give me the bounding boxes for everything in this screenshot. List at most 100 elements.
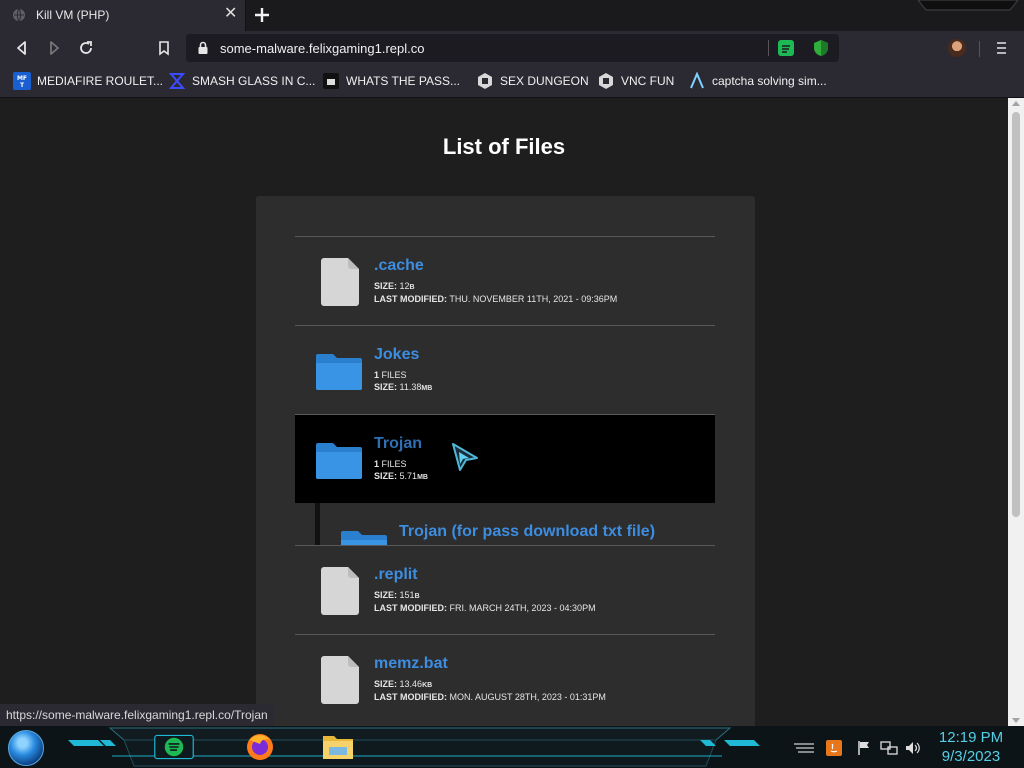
bookmark-label: MEDIAFIRE ROULET... [37, 74, 164, 88]
folder-name-link[interactable]: Trojan [374, 435, 422, 453]
bookmark-icon[interactable] [155, 39, 173, 57]
replit-icon [599, 73, 613, 89]
folder-icon [316, 354, 362, 390]
size-value: 13.46 [399, 679, 423, 689]
mouse-cursor-icon [452, 443, 478, 471]
shield-extension-icon[interactable] [812, 39, 830, 57]
network-icon[interactable] [880, 740, 898, 756]
bookmark-sex-dungeon[interactable]: SEX DUNGEON [476, 71, 589, 91]
bookmark-mediafire[interactable]: MF T MEDIAFIRE ROULET... [13, 71, 163, 91]
bookmark-label: captcha solving sim... [712, 74, 827, 88]
java-update-icon[interactable] [826, 740, 842, 756]
modified-label: LAST MODIFIED: [374, 294, 447, 304]
file-row-replit[interactable]: .replit SIZE: 151B LAST MODIFIED: FRI. M… [295, 545, 715, 634]
subfolder-name-link[interactable]: Trojan (for pass download txt file) [399, 523, 655, 541]
spotify-extension-icon[interactable] [778, 40, 794, 56]
folder-icon [341, 531, 387, 545]
files-label: FILES [381, 459, 407, 469]
folder-size: SIZE: 11.38MB [374, 382, 432, 392]
spotify-icon[interactable] [154, 730, 194, 764]
file-icon [321, 567, 359, 615]
close-tab-icon[interactable]: ✕ [224, 6, 237, 22]
bookmark-smash-glass[interactable]: SMASH GLASS IN C... [168, 71, 315, 91]
forward-icon[interactable] [45, 39, 63, 57]
browser-toolbar: some-malware.felixgaming1.repl.co [0, 31, 1024, 65]
file-size: SIZE: 12B [374, 281, 415, 291]
address-bar[interactable]: some-malware.felixgaming1.repl.co [186, 34, 839, 62]
smash-glass-icon [168, 73, 186, 89]
folder-count: 1 FILES [374, 370, 407, 380]
taskbar: 12:19 PM 9/3/2023 [0, 726, 1024, 768]
file-row-cache[interactable]: .cache SIZE: 12B LAST MODIFIED: THU. NOV… [295, 236, 715, 325]
browser-tab[interactable]: Kill VM (PHP) ✕ [0, 0, 246, 31]
volume-icon[interactable] [904, 740, 922, 756]
size-unit: MB [417, 474, 428, 481]
size-label: SIZE: [374, 590, 398, 600]
start-button[interactable] [8, 730, 44, 766]
system-clock[interactable]: 12:19 PM 9/3/2023 [930, 728, 1012, 766]
folder-icon [316, 443, 362, 479]
scroll-down-icon[interactable] [1012, 718, 1020, 723]
file-explorer-icon[interactable] [318, 730, 358, 764]
page-title: List of Files [442, 134, 566, 159]
window-deco [918, 0, 1018, 11]
bookmark-vnc-fun[interactable]: VNC FUN [597, 71, 674, 91]
new-tab-icon[interactable] [252, 5, 272, 25]
bookmark-captcha[interactable]: captcha solving sim... [688, 71, 827, 91]
tab-strip: Kill VM (PHP) ✕ [0, 0, 1024, 31]
size-value: 12 [399, 281, 410, 291]
file-name-link[interactable]: .cache [374, 257, 424, 275]
folder-row-jokes[interactable]: Jokes 1 FILES SIZE: 11.38MB [295, 325, 715, 414]
modified-value: THU. NOVEMBER 11TH, 2021 - 09:36PM [449, 294, 618, 304]
size-unit: B [414, 593, 420, 600]
folder-name-link[interactable]: Jokes [374, 346, 419, 364]
reload-icon[interactable] [77, 39, 95, 57]
subfolder-row-trojan-pass[interactable]: Trojan (for pass download txt file) [295, 503, 715, 545]
page-viewport: List of Files .cache SIZE: 12B LAST MODI… [0, 98, 1008, 726]
globe-icon [13, 8, 25, 22]
file-name-link[interactable]: .replit [374, 566, 418, 584]
arrow-logo-icon [690, 72, 704, 89]
file-list: .cache SIZE: 12B LAST MODIFIED: THU. NOV… [295, 236, 715, 723]
show-desktop-icon[interactable] [792, 740, 816, 756]
folder-count: 1 FILES [374, 459, 407, 469]
file-modified: LAST MODIFIED: THU. NOVEMBER 11TH, 2021 … [374, 294, 617, 304]
size-unit: B [409, 284, 415, 291]
terminal-icon [323, 73, 339, 89]
mediafire-icon: MF T [13, 72, 31, 90]
folder-size: SIZE: 5.71MB [374, 471, 428, 481]
replit-icon [478, 73, 492, 89]
count-value: 1 [374, 370, 380, 380]
bookmarks-bar: MF T MEDIAFIRE ROULET... SMASH GLASS IN … [0, 65, 1024, 98]
url-text[interactable]: some-malware.felixgaming1.repl.co [220, 41, 424, 56]
bookmark-label: SMASH GLASS IN C... [192, 74, 316, 88]
size-label: SIZE: [374, 281, 398, 291]
size-label: SIZE: [374, 679, 398, 689]
size-label: SIZE: [374, 382, 398, 392]
menu-icon[interactable] [994, 40, 1008, 56]
profile-avatar[interactable] [948, 39, 966, 57]
modified-value: MON. AUGUST 28TH, 2023 - 01:31PM [449, 692, 606, 702]
bookmark-whats-the-pass[interactable]: WHATS THE PASS... [322, 71, 460, 91]
action-center-flag-icon[interactable] [856, 740, 872, 756]
size-unit: KB [422, 682, 433, 689]
file-modified: LAST MODIFIED: MON. AUGUST 28TH, 2023 - … [374, 692, 606, 702]
page-scrollbar[interactable] [1008, 98, 1024, 726]
firefox-icon[interactable] [240, 730, 280, 764]
folder-row-trojan[interactable]: Trojan 1 FILES SIZE: 5.71MB [295, 414, 715, 503]
size-value: 5.71 [399, 471, 418, 481]
bookmark-label: VNC FUN [621, 74, 675, 88]
svg-text:MF: MF [17, 75, 27, 82]
file-row-memz[interactable]: memz.bat SIZE: 13.46KB LAST MODIFIED: MO… [295, 634, 715, 723]
file-name-link[interactable]: memz.bat [374, 655, 448, 673]
scrollbar-thumb[interactable] [1012, 112, 1020, 517]
back-icon[interactable] [13, 39, 31, 57]
file-size: SIZE: 151B [374, 590, 420, 600]
scroll-up-icon[interactable] [1012, 101, 1020, 106]
link-status-bubble: https://some-malware.felixgaming1.repl.c… [0, 704, 274, 726]
size-label: SIZE: [374, 471, 398, 481]
modified-value: FRI. MARCH 24TH, 2023 - 04:30PM [449, 603, 596, 613]
lock-icon[interactable] [196, 41, 210, 55]
bookmark-label: SEX DUNGEON [500, 74, 589, 88]
file-icon [321, 258, 359, 306]
